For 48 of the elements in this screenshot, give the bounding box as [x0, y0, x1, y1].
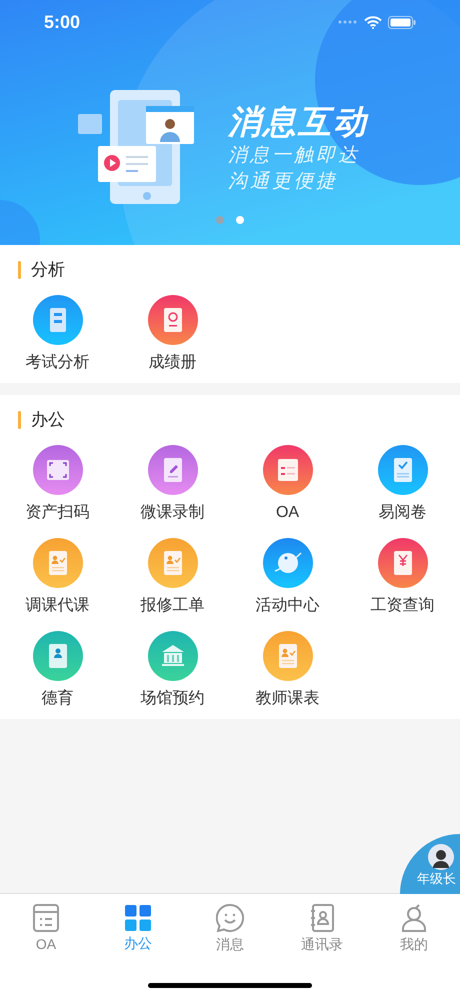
banner-subtitle: 消息一触即达 [228, 144, 361, 168]
tab[interactable]: 通讯录 [276, 894, 368, 962]
app-shortcut[interactable]: 易阅卷 [345, 445, 460, 523]
banner-title: 消息互动 [228, 102, 368, 142]
planet-icon [262, 538, 312, 588]
document-icon [378, 538, 428, 588]
tab[interactable]: 我的 [368, 894, 460, 962]
app-shortcut[interactable]: 报修工单 [115, 538, 230, 616]
document-icon [378, 445, 428, 495]
app-shortcut[interactable]: 微课录制 [115, 445, 230, 523]
calendar-icon [33, 904, 59, 932]
tab[interactable]: OA [0, 894, 92, 962]
avatar-icon [428, 844, 454, 870]
battery-icon [388, 16, 416, 28]
wifi-icon [364, 16, 382, 28]
document-icon [32, 295, 82, 345]
grid-icon [125, 904, 151, 930]
app-shortcut[interactable]: 资产扫码 [0, 445, 115, 523]
app-shortcut[interactable]: OA [230, 445, 345, 523]
app-shortcut[interactable]: 活动中心 [230, 538, 345, 616]
banner-subtitle: 沟通更便捷 [228, 170, 339, 194]
app-shortcut[interactable]: 工资查询 [345, 538, 460, 616]
person-icon [401, 904, 427, 932]
scan-frame-icon [32, 445, 82, 495]
document-icon [148, 295, 198, 345]
document-icon [148, 538, 198, 588]
document-icon [262, 631, 312, 681]
document-icon [32, 538, 82, 588]
section-accent-bar [18, 411, 21, 429]
address-book-icon [310, 904, 334, 932]
smiley-chat-icon [216, 904, 244, 932]
app-shortcut[interactable]: 成绩册 [115, 295, 230, 373]
signal-icon [338, 20, 358, 24]
document-icon [262, 445, 312, 495]
status-time: 5:00 [44, 10, 80, 34]
section-accent-bar [18, 261, 21, 279]
badge-label: 年级长 [417, 870, 456, 888]
tab[interactable]: 消息 [184, 894, 276, 962]
app-shortcut[interactable]: 场馆预约 [115, 631, 230, 709]
app-shortcut[interactable]: 调课代课 [0, 538, 115, 616]
building-icon [148, 631, 198, 681]
app-shortcut[interactable]: 教师课表 [230, 631, 345, 709]
app-shortcut[interactable]: 考试分析 [0, 295, 115, 373]
section-title: 办公 [31, 409, 65, 432]
document-icon [32, 631, 82, 681]
app-shortcut[interactable]: 德育 [0, 631, 115, 709]
section-title: 分析 [31, 259, 65, 282]
document-icon [148, 445, 198, 495]
